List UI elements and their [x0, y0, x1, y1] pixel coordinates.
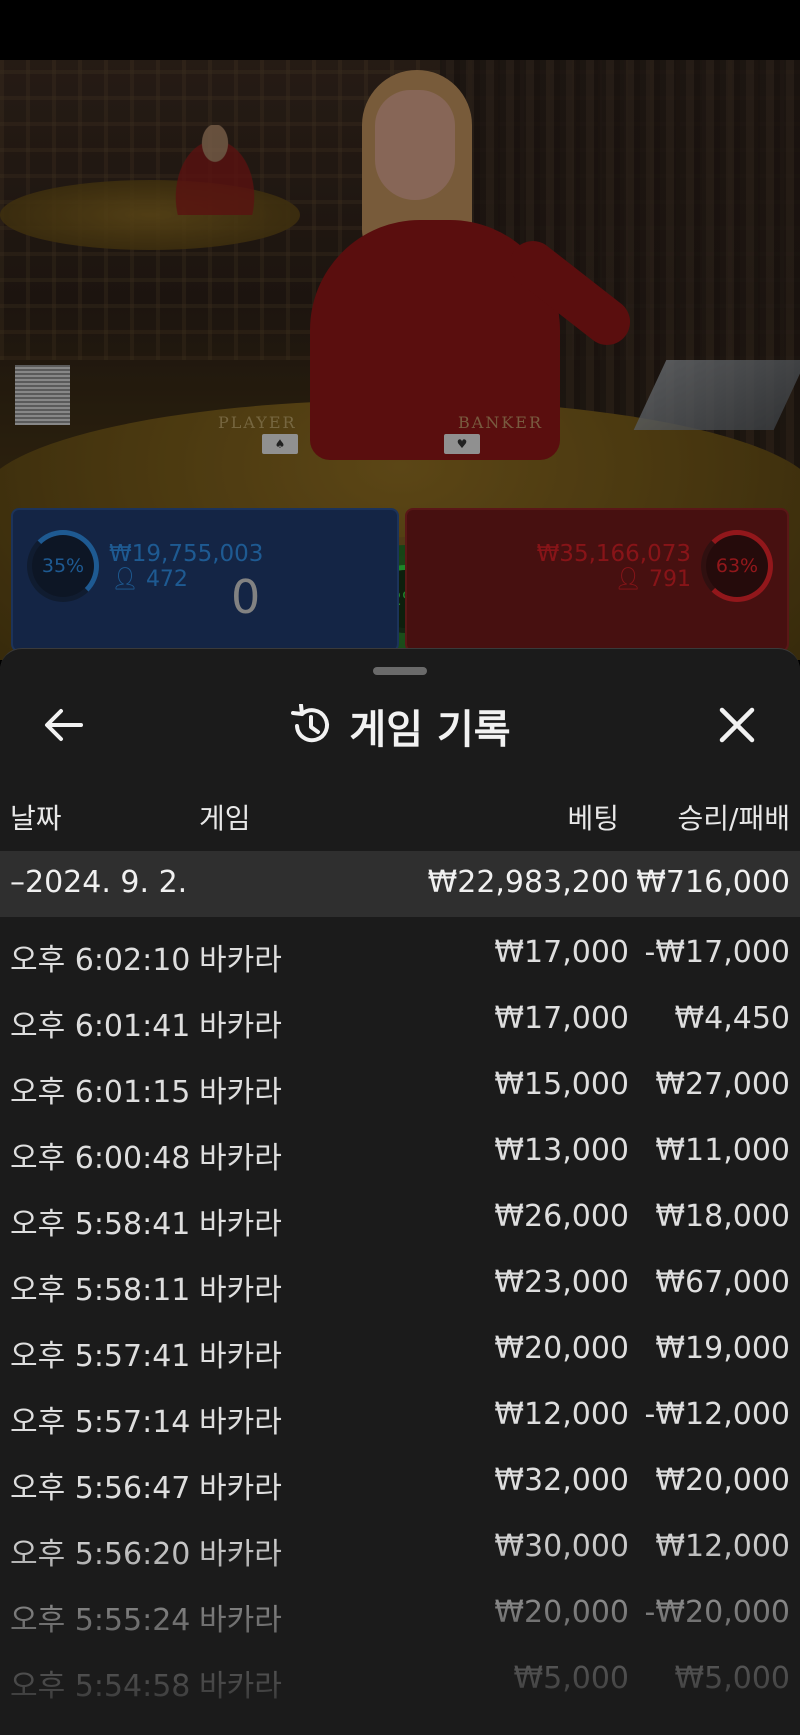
- history-row-result: -₩20,000: [644, 1595, 790, 1630]
- history-row-game: 바카라: [199, 943, 282, 978]
- history-row[interactable]: 오후 6:02:10 바카라 ₩17,000 -₩17,000: [0, 917, 800, 983]
- sheet-title: 게임 기록: [349, 707, 511, 753]
- history-row-bet: ₩32,000: [494, 1463, 629, 1498]
- history-row-result: ₩18,000: [655, 1199, 790, 1234]
- history-row-bet: ₩17,000: [494, 935, 629, 970]
- history-row-time: 오후 5:55:24: [10, 1603, 191, 1638]
- history-row[interactable]: 오후 5:56:47 바카라 ₩32,000 ₩20,000: [0, 1445, 800, 1511]
- history-row-game: 바카라: [199, 1273, 282, 1308]
- date-group-label: –2024. 9. 2.: [10, 865, 188, 900]
- history-row-result: ₩11,000: [655, 1133, 790, 1168]
- history-row-bet: ₩20,000: [494, 1595, 629, 1630]
- history-icon: [291, 704, 330, 743]
- history-row-result: ₩12,000: [655, 1529, 790, 1564]
- history-row-bet: ₩15,000: [494, 1067, 629, 1102]
- history-row[interactable]: 오후 5:58:41 바카라 ₩26,000 ₩18,000: [0, 1181, 800, 1247]
- history-row[interactable]: 오후 6:01:15 바카라 ₩15,000 ₩27,000: [0, 1049, 800, 1115]
- history-row-bet: ₩12,000: [494, 1397, 629, 1432]
- history-row[interactable]: 오후 5:55:24 바카라 ₩20,000 -₩20,000: [0, 1577, 800, 1643]
- column-header-row: 날짜 게임 베팅 승리/패배: [0, 797, 800, 837]
- history-row-game: 바카라: [199, 1471, 282, 1506]
- history-row-game: 바카라: [199, 1009, 282, 1044]
- column-header-bet: 베팅: [567, 802, 619, 835]
- history-row-game: 바카라: [199, 1339, 282, 1374]
- history-row[interactable]: 오후 5:54:58 바카라 ₩5,000 ₩5,000: [0, 1643, 800, 1709]
- sheet-drag-handle[interactable]: [373, 667, 427, 675]
- sheet-header: 게임 기록: [0, 689, 800, 759]
- history-row-time: 오후 5:57:41: [10, 1339, 191, 1374]
- column-header-result: 승리/패배: [677, 802, 790, 835]
- column-header-date: 날짜: [10, 802, 62, 835]
- history-row-result: ₩67,000: [655, 1265, 790, 1300]
- history-row-game: 바카라: [199, 1537, 282, 1572]
- history-row-result: ₩5,000: [674, 1661, 790, 1696]
- date-group-row[interactable]: –2024. 9. 2. ₩22,983,200 ₩716,000: [0, 851, 800, 917]
- close-button[interactable]: [712, 701, 762, 749]
- history-row-bet: ₩5,000: [513, 1661, 629, 1696]
- history-row-time: 오후 5:57:14: [10, 1405, 191, 1440]
- history-row-game: 바카라: [199, 1075, 282, 1110]
- history-row-bet: ₩17,000: [494, 1001, 629, 1036]
- date-group-result-total: ₩716,000: [636, 865, 790, 900]
- history-row-bet: ₩26,000: [494, 1199, 629, 1234]
- history-row[interactable]: 오후 5:58:11 바카라 ₩23,000 ₩67,000: [0, 1247, 800, 1313]
- history-row-time: 오후 6:02:10: [10, 943, 191, 978]
- history-row-bet: ₩30,000: [494, 1529, 629, 1564]
- history-row-result: ₩27,000: [655, 1067, 790, 1102]
- history-row-game: 바카라: [199, 1603, 282, 1638]
- status-bar: [0, 0, 800, 60]
- history-row-time: 오후 5:56:20: [10, 1537, 191, 1572]
- history-row-bet: ₩23,000: [494, 1265, 629, 1300]
- history-row-time: 오후 5:58:11: [10, 1273, 191, 1308]
- column-header-game: 게임: [199, 802, 251, 835]
- history-row[interactable]: 오후 5:56:20 바카라 ₩30,000 ₩12,000: [0, 1511, 800, 1577]
- history-row-game: 바카라: [199, 1207, 282, 1242]
- history-row[interactable]: 오후 5:57:41 바카라 ₩20,000 ₩19,000: [0, 1313, 800, 1379]
- history-row[interactable]: 오후 6:01:41 바카라 ₩17,000 ₩4,450: [0, 983, 800, 1049]
- history-row-result: ₩4,450: [674, 1001, 790, 1036]
- history-row-time: 오후 6:01:41: [10, 1009, 191, 1044]
- history-row-time: 오후 5:58:41: [10, 1207, 191, 1242]
- history-row-time: 오후 5:56:47: [10, 1471, 191, 1506]
- date-group-bet-total: ₩22,983,200: [427, 865, 629, 900]
- history-row-bet: ₩20,000: [494, 1331, 629, 1366]
- history-row-result: -₩17,000: [644, 935, 790, 970]
- history-row-time: 오후 6:00:48: [10, 1141, 191, 1176]
- history-row-bet: ₩13,000: [494, 1133, 629, 1168]
- history-row-result: -₩12,000: [644, 1397, 790, 1432]
- history-row-result: ₩19,000: [655, 1331, 790, 1366]
- history-row-result: ₩20,000: [655, 1463, 790, 1498]
- video-dim-overlay: [0, 60, 800, 680]
- history-row-game: 바카라: [199, 1669, 282, 1704]
- history-row[interactable]: 오후 5:57:14 바카라 ₩12,000 -₩12,000: [0, 1379, 800, 1445]
- history-row-time: 오후 5:54:58: [10, 1669, 191, 1704]
- game-history-sheet: 게임 기록 날짜 게임 베팅 승리/패배 –2024. 9. 2. ₩22,98…: [0, 648, 800, 1735]
- history-row-game: 바카라: [199, 1405, 282, 1440]
- history-row[interactable]: 오후 6:00:48 바카라 ₩13,000 ₩11,000: [0, 1115, 800, 1181]
- history-row-time: 오후 6:01:15: [10, 1075, 191, 1110]
- close-icon: [719, 707, 755, 743]
- history-row-game: 바카라: [199, 1141, 282, 1176]
